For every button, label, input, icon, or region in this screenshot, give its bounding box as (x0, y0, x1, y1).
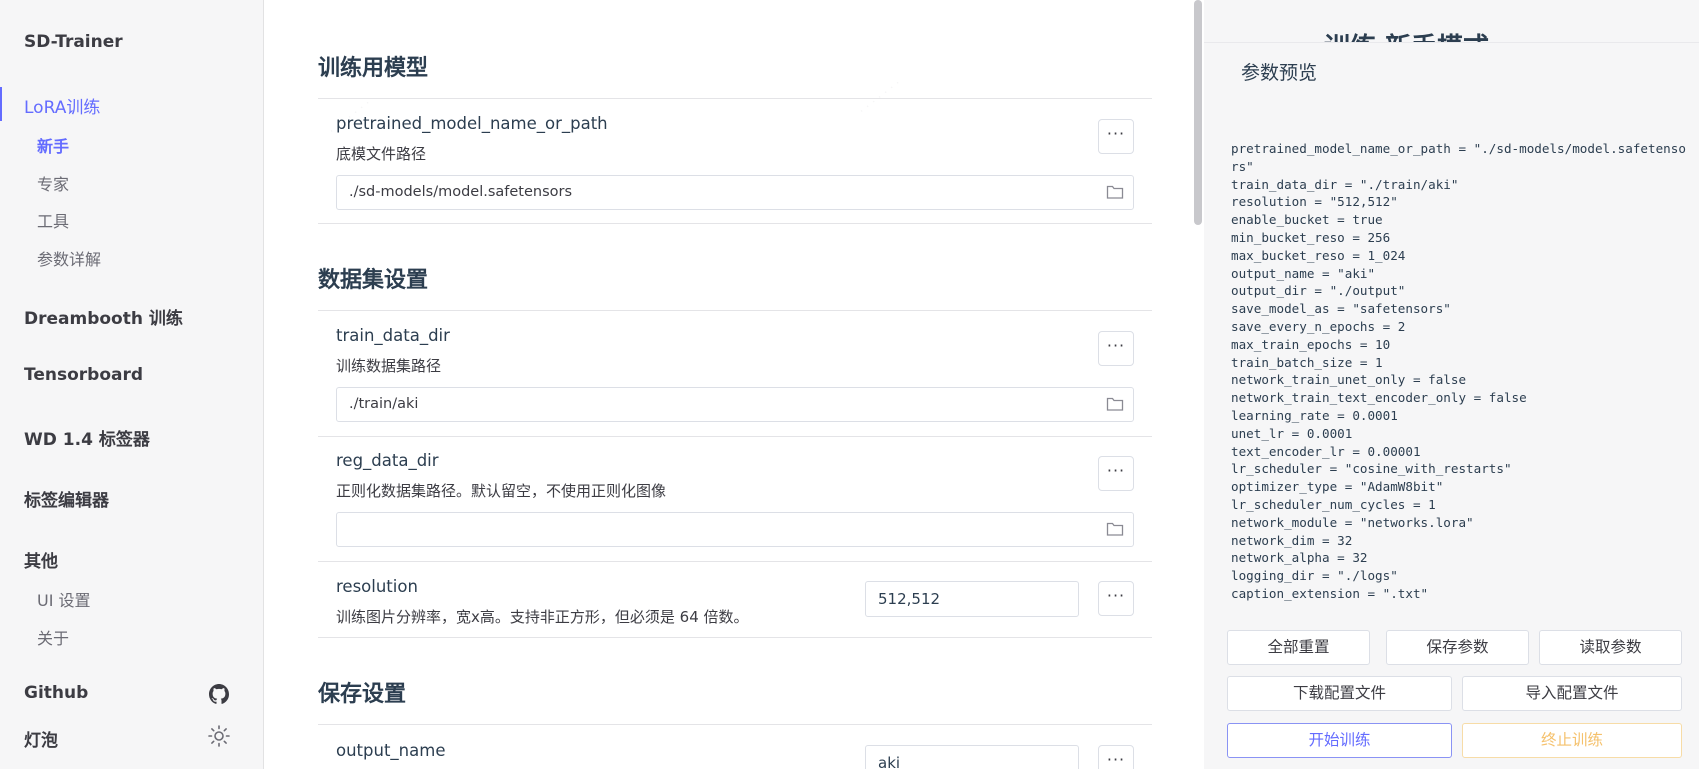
sidebar-item-tensorboard[interactable]: Tensorboard (24, 365, 143, 385)
start-training-button[interactable]: 开始训练 (1227, 723, 1452, 758)
sidebar-item-beginner[interactable]: 新手 (37, 133, 69, 157)
params-preview-panel: 训练 新手模式 参数预览 pretrained_model_name_or_pa… (1204, 0, 1699, 769)
train-data-dir-more-button[interactable]: ··· (1098, 331, 1134, 366)
clipped-page-heading: 训练 新手模式 (1324, 28, 1489, 42)
sidebar-item-github[interactable]: Github (24, 683, 88, 703)
sidebar: SD-Trainer LoRA训练 新手 专家 工具 参数详解 Dreamboo… (0, 0, 264, 769)
divider (318, 724, 1152, 725)
section-title-save: 保存设置 (318, 682, 407, 707)
load-params-button[interactable]: 读取参数 (1539, 630, 1682, 665)
download-config-button[interactable]: 下载配置文件 (1227, 676, 1452, 711)
field-desc-resolution: 训练图片分辨率，宽x高。支持非正方形，但必须是 64 倍数。 (336, 608, 749, 626)
pretrained-path-input[interactable]: ./sd-models/model.safetensors (336, 175, 1134, 210)
divider (318, 561, 1152, 562)
import-config-button[interactable]: 导入配置文件 (1462, 676, 1682, 711)
main-content: 训练用模型 pretrained_model_name_or_path 底模文件… (265, 0, 1195, 769)
divider (318, 436, 1152, 437)
params-code-block: pretrained_model_name_or_path = "./sd-mo… (1231, 141, 1686, 601)
sidebar-item-params-detail[interactable]: 参数详解 (37, 246, 101, 270)
field-name-train-data-dir: train_data_dir (336, 326, 450, 345)
field-name-reg-data-dir: reg_data_dir (336, 451, 439, 470)
sidebar-item-tools[interactable]: 工具 (37, 208, 69, 232)
section-title-model: 训练用模型 (318, 56, 429, 81)
resolution-more-button[interactable]: ··· (1098, 581, 1134, 616)
reset-all-button[interactable]: 全部重置 (1227, 630, 1370, 665)
sidebar-item-other[interactable]: 其他 (24, 547, 58, 572)
preview-title: 参数预览 (1241, 62, 1318, 84)
brand-title[interactable]: SD-Trainer (24, 32, 123, 52)
sidebar-item-dreambooth[interactable]: Dreambooth 训练 (24, 304, 183, 329)
field-name-output-name: output_name (336, 741, 446, 760)
sun-icon[interactable] (207, 724, 231, 748)
active-indicator (0, 87, 2, 121)
sidebar-item-expert[interactable]: 专家 (37, 171, 69, 195)
field-desc-pretrained: 底模文件路径 (336, 145, 427, 163)
github-icon[interactable] (207, 682, 231, 706)
sidebar-item-tag-editor[interactable]: 标签编辑器 (24, 486, 109, 511)
train-data-dir-input[interactable]: ./train/aki (336, 387, 1134, 422)
sidebar-item-lora[interactable]: LoRA训练 (24, 93, 100, 118)
sidebar-item-ui-settings[interactable]: UI 设置 (37, 587, 91, 611)
output-name-more-button[interactable]: ··· (1098, 745, 1134, 769)
train-data-dir-value: ./train/aki (349, 396, 419, 412)
pretrained-path-value: ./sd-models/model.safetensors (349, 184, 573, 200)
main-scrollbar[interactable] (1194, 0, 1202, 225)
output-name-input[interactable]: aki (865, 745, 1079, 769)
folder-icon[interactable] (1106, 396, 1124, 412)
folder-icon[interactable] (1106, 521, 1124, 537)
resolution-input[interactable]: 512,512 (865, 581, 1079, 617)
divider (318, 637, 1152, 638)
field-name-pretrained: pretrained_model_name_or_path (336, 114, 608, 133)
divider (318, 98, 1152, 99)
sidebar-item-theme[interactable]: 灯泡 (24, 726, 58, 751)
reg-data-dir-input[interactable] (336, 512, 1134, 547)
stop-training-button[interactable]: 终止训练 (1462, 723, 1682, 758)
field-desc-reg-data-dir: 正则化数据集路径。默认留空，不使用正则化图像 (336, 482, 667, 500)
field-name-resolution: resolution (336, 577, 418, 596)
divider (318, 310, 1152, 311)
field-desc-train-data-dir: 训练数据集路径 (336, 357, 442, 375)
section-title-dataset: 数据集设置 (318, 268, 429, 293)
save-params-button[interactable]: 保存参数 (1386, 630, 1529, 665)
watermark: · · · · · · · (855, 76, 904, 118)
sidebar-item-about[interactable]: 关于 (37, 625, 69, 649)
divider (318, 223, 1152, 224)
sidebar-item-wd-tagger[interactable]: WD 1.4 标签器 (24, 425, 150, 450)
pretrained-more-button[interactable]: ··· (1098, 119, 1134, 154)
folder-icon[interactable] (1106, 184, 1124, 200)
reg-data-dir-more-button[interactable]: ··· (1098, 456, 1134, 491)
